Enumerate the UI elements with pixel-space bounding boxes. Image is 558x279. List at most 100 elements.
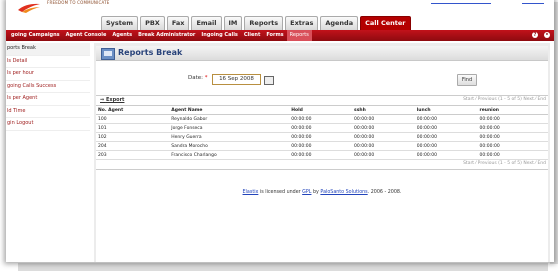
table-cell: 204 <box>96 141 170 151</box>
table-cell: 00:00:00 <box>477 123 548 133</box>
main-content: Reports Break Date: * 16 Sep 2008 Find ⇒… <box>94 43 550 262</box>
submenu-item-forms[interactable]: Forms <box>263 30 286 41</box>
frame-shadow-bottom <box>18 263 548 271</box>
tab-extras[interactable]: Extras <box>285 16 319 30</box>
table-cell: 00:00:00 <box>289 141 353 151</box>
license-footer: Elastix is licensed under GPL by PaloSan… <box>96 190 548 195</box>
export-link[interactable]: ⇒ Export <box>100 97 124 103</box>
submenu-item-agents[interactable]: Agents <box>109 30 135 41</box>
sidebar-item-ld-time[interactable]: ld Time <box>6 106 90 118</box>
submenu-icons: ? • <box>532 32 550 38</box>
tab-system[interactable]: System <box>101 16 139 30</box>
find-button[interactable]: Find <box>457 74 477 86</box>
pager-top[interactable]: Start ⁄ Previous (1 - 5 of 5) Next ⁄ End <box>463 97 546 102</box>
table-cell: 00:00:00 <box>352 141 415 151</box>
filter-row: Date: * 16 Sep 2008 Find <box>96 74 548 86</box>
left-sidebar: ports Break ls Detail ls per hour going Cal… <box>6 43 90 262</box>
tab-email[interactable]: Email <box>191 16 222 30</box>
top-link-short-underline[interactable] <box>522 2 544 4</box>
calendar-icon[interactable] <box>264 76 274 85</box>
table-row: 100 Reynaldo Gabor 00:00:00 00:00:00 00:00:0… <box>96 114 548 124</box>
table-cell: 00:00:00 <box>414 123 478 133</box>
submenu-item-ingoing-calls[interactable]: Ingoing Calls <box>198 30 240 41</box>
license-text-3: . 2006 - 2008. <box>367 190 402 195</box>
date-label-text: Date: <box>188 75 203 81</box>
table-cell: Reynaldo Gabor <box>169 114 290 124</box>
tab-reports[interactable]: Reports <box>244 16 284 30</box>
elastix-logo-icon <box>18 3 40 13</box>
table-cell: 101 <box>96 123 170 133</box>
sidebar-item-gin-logout[interactable]: gin Logout <box>6 118 90 131</box>
column-header-sshh: sshh <box>352 105 415 115</box>
report-table-wrap: ⇒ Export Start ⁄ Previous (1 - 5 of 5) N… <box>96 95 548 170</box>
table-cell: 100 <box>96 114 170 124</box>
settings-icon[interactable]: • <box>544 32 550 38</box>
column-header-lunch: lunch <box>414 105 478 115</box>
submenu-item-going-campaigns[interactable]: going Campaigns <box>8 30 63 41</box>
sidebar-item-going-calls-success[interactable]: going Calls Success <box>6 81 90 93</box>
submenu-item-break-administrator[interactable]: Break Administrator <box>135 30 198 41</box>
page-title: Reports Break <box>118 48 183 57</box>
column-header-agent-name: Agent Name <box>169 105 290 115</box>
help-icon[interactable]: ? <box>532 32 538 38</box>
brand-tagline: FREEDOM TO COMMUNICATE <box>47 0 110 5</box>
table-cell: 00:00:00 <box>477 114 548 124</box>
table-cell: 00:00:00 <box>289 150 353 160</box>
column-header-hold: Hold <box>289 105 353 115</box>
sidebar-item-ports-break[interactable]: ports Break <box>6 43 90 56</box>
submenu-item-reports[interactable]: Reports <box>286 30 312 41</box>
table-cell: 00:00:00 <box>477 141 548 151</box>
table-cell: 00:00:00 <box>289 114 353 124</box>
submenu-item-agent-console[interactable]: Agent Console <box>63 30 110 41</box>
table-row: 101 Jorge Fonseca 00:00:00 00:00:00 00:00:00… <box>96 123 548 133</box>
tab-im[interactable]: IM <box>223 16 243 30</box>
table-footer: Start ⁄ Previous (1 - 5 of 5) Next ⁄ End <box>96 160 548 170</box>
column-header-reunion: reunion <box>477 105 548 115</box>
sidebar-item-ls-per-hour[interactable]: ls per hour <box>6 68 90 81</box>
tab-fax[interactable]: Fax <box>166 16 190 30</box>
table-toolbar: ⇒ Export Start ⁄ Previous (1 - 5 of 5) N… <box>96 95 548 105</box>
table-cell: 00:00:00 <box>352 150 415 160</box>
title-bar: Reports Break <box>96 46 548 61</box>
license-text-1: is licensed under <box>258 190 303 195</box>
header: FREEDOM TO COMMUNICATE System PBX Fax Email… <box>6 0 554 30</box>
submenu-items: going Campaigns Agent Console Agents Break … <box>8 30 312 41</box>
table-cell: Jorge Fonseca <box>169 123 290 133</box>
export-label[interactable]: Export <box>106 97 125 103</box>
sidebar-item-ls-per-agent[interactable]: ls per Agent <box>6 93 90 106</box>
table-cell: 00:00:00 <box>414 150 478 160</box>
table-cell: 00:00:00 <box>352 123 415 133</box>
date-field[interactable]: 16 Sep 2008 <box>212 74 261 85</box>
report-panel: Reports Break Date: * 16 Sep 2008 Find ⇒… <box>96 46 548 262</box>
table-cell: 00:00:00 <box>352 132 415 142</box>
submenu-item-client[interactable]: Client <box>241 30 263 41</box>
table-cell: 203 <box>96 150 170 160</box>
pager-bottom[interactable]: Start ⁄ Previous (1 - 5 of 5) Next ⁄ End <box>463 161 546 166</box>
required-mark: * <box>204 75 208 81</box>
date-label: Date: * <box>188 75 208 81</box>
palosanto-link[interactable]: PaloSanto Solutions <box>320 190 367 195</box>
report-table: No. Agent Agent Name Hold sshh lunch reunion … <box>96 105 548 160</box>
table-cell: 00:00:00 <box>352 114 415 124</box>
tab-call-center[interactable]: Call Center <box>360 16 411 30</box>
table-cell: Sandra Morocho <box>169 141 290 151</box>
table-cell: Henry Guerra <box>169 132 290 142</box>
main-tabs: System PBX Fax Email IM Reports Extras Agenda Ca… <box>101 16 411 30</box>
table-cell: 00:00:00 <box>414 132 478 142</box>
table-cell: Francisco Charlango <box>169 150 290 160</box>
table-cell: 00:00:00 <box>289 132 353 142</box>
table-cell: 102 <box>96 132 170 142</box>
browser-page: FREEDOM TO COMMUNICATE System PBX Fax Email… <box>6 0 554 262</box>
top-link-underline[interactable] <box>430 2 491 4</box>
sidebar-item-ls-detail[interactable]: ls Detail <box>6 56 90 68</box>
elastix-link[interactable]: Elastix <box>243 190 259 195</box>
table-cell: 00:00:00 <box>414 114 478 124</box>
column-header-no-agent: No. Agent <box>96 105 170 115</box>
submenu-bar: going Campaigns Agent Console Agents Break … <box>6 30 554 41</box>
tab-agenda[interactable]: Agenda <box>320 16 359 30</box>
table-row: 204 Sandra Morocho 00:00:00 00:00:00 00:00:0… <box>96 141 548 151</box>
top-links[interactable] <box>430 0 544 5</box>
table-cell: 00:00:00 <box>289 123 353 133</box>
table-cell: 00:00:00 <box>477 150 548 160</box>
tab-pbx[interactable]: PBX <box>140 16 165 30</box>
